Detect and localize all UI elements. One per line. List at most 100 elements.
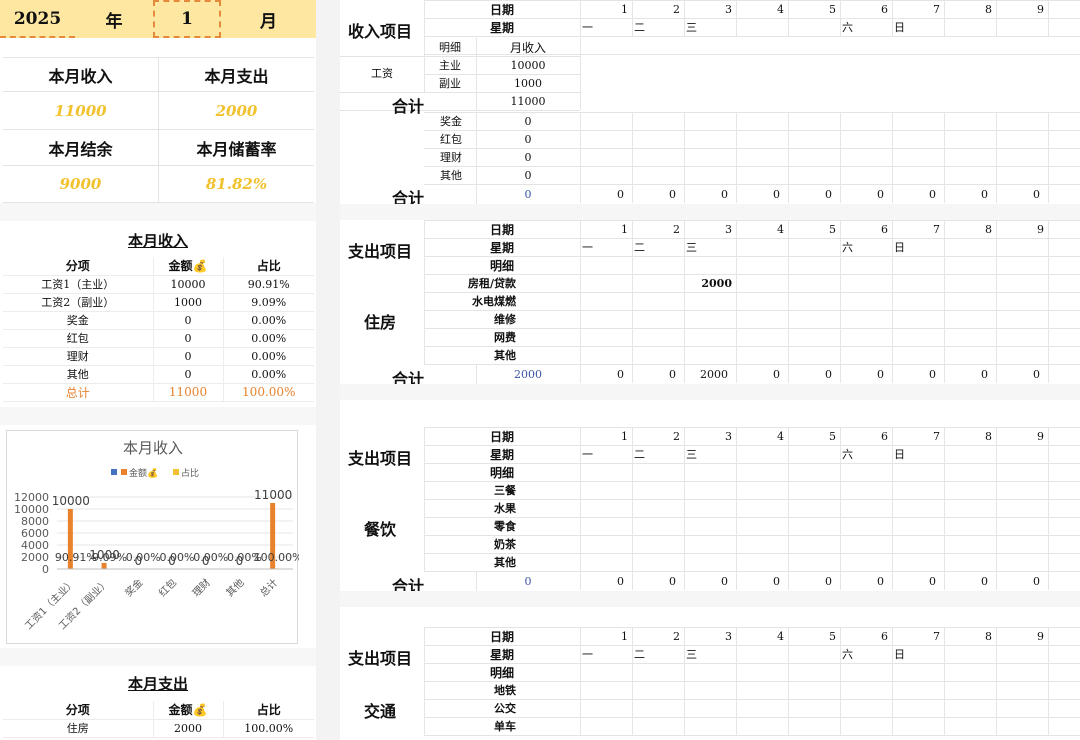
grid-line — [892, 699, 893, 717]
grid-line — [944, 292, 945, 310]
grid-line — [580, 717, 581, 735]
grid-line — [580, 292, 581, 310]
grid-line — [996, 112, 997, 130]
daily-total[interactable]: 0 — [580, 572, 632, 590]
daily-total[interactable]: 0 — [996, 365, 1048, 383]
daily-total[interactable]: 2000 — [684, 365, 736, 383]
grid-line — [892, 463, 893, 481]
daily-total[interactable]: 0 — [788, 572, 840, 590]
main-job-value[interactable]: 10000 — [476, 56, 580, 74]
daily-total[interactable]: 0 — [632, 185, 684, 203]
grid-line — [632, 112, 633, 130]
table-row[interactable]: 工资1（主业） 10000 90.91% — [3, 275, 314, 294]
day-number: 8 — [985, 429, 992, 443]
side-job-value[interactable]: 1000 — [476, 74, 580, 92]
grid-line — [788, 535, 789, 553]
spacer — [0, 648, 316, 666]
year-cell[interactable]: 2025 — [0, 0, 75, 38]
daily-total[interactable]: 0 — [632, 572, 684, 590]
legend-marker — [111, 469, 117, 475]
subtotal-value: 11000 — [510, 94, 546, 108]
income-chart-svg: 本月收入金额💰 占比 020004000600080001000012000 1000… — [14, 439, 303, 632]
grid-line — [996, 535, 997, 553]
grid-line — [1048, 627, 1049, 663]
daily-total[interactable]: 0 — [840, 185, 892, 203]
grid-line — [840, 310, 841, 328]
daily-total[interactable]: 0 — [736, 185, 788, 203]
income-item-value[interactable]: 0 — [476, 112, 580, 130]
daily-total[interactable]: 0 — [840, 365, 892, 383]
day-number: 8 — [985, 629, 992, 643]
expense-label: 本月支出 — [158, 58, 314, 91]
table-row[interactable]: 其他 0 0.00% — [3, 365, 314, 384]
expense-entry[interactable]: 2000 — [684, 274, 736, 292]
grid-line — [684, 699, 685, 717]
income-item-value[interactable]: 0 — [476, 130, 580, 148]
grid-line — [632, 346, 633, 364]
year-value: 2025 — [13, 9, 62, 29]
grid-line — [736, 148, 737, 166]
month-cell[interactable]: 1 — [153, 0, 221, 38]
section-gap — [340, 384, 1080, 400]
daily-total[interactable]: 0 — [736, 365, 788, 383]
daily-total[interactable]: 0 — [892, 365, 944, 383]
daily-total[interactable]: 0 — [736, 572, 788, 590]
grid-line — [632, 663, 633, 681]
daily-total[interactable]: 0 — [944, 365, 996, 383]
detail-label: 明细 — [489, 258, 514, 273]
grid-line — [944, 166, 945, 184]
date-label: 日期 — [489, 2, 514, 17]
daily-total[interactable]: 0 — [840, 572, 892, 590]
weekday-label: 星期 — [489, 240, 514, 255]
daily-total[interactable]: 0 — [944, 572, 996, 590]
daily-total[interactable]: 0 — [632, 365, 684, 383]
day-number: 7 — [933, 429, 940, 443]
weekday-cell: 三 — [686, 21, 697, 34]
grid-line — [632, 681, 633, 699]
daily-total[interactable]: 0 — [996, 185, 1048, 203]
daily-total[interactable]: 0 — [684, 185, 736, 203]
grid-line — [736, 535, 737, 553]
table-row[interactable]: 工资2（副业） 1000 9.09% — [3, 293, 314, 312]
grid-line — [632, 130, 633, 148]
table-row[interactable]: 住房 2000 100.00% — [3, 719, 314, 738]
daily-total[interactable]: 0 — [580, 185, 632, 203]
grid-line — [788, 292, 789, 310]
income-chart[interactable]: 本月收入 金额💰 占比 0 2000 4000 6000 8000 10000 12000 1000… — [6, 430, 303, 644]
day-number: 6 — [881, 429, 888, 443]
table-row[interactable]: 红包 0 0.00% — [3, 329, 314, 348]
grid-line — [944, 274, 945, 292]
grid-line — [840, 130, 841, 148]
daily-total[interactable]: 0 — [996, 572, 1048, 590]
grid-line — [736, 481, 737, 499]
grid-line — [424, 274, 425, 364]
income-item-value[interactable]: 0 — [476, 166, 580, 184]
total-row[interactable]: 总计 11000 100.00% — [3, 383, 314, 402]
grid-line — [632, 292, 633, 310]
y-tick-label: 6000 — [21, 527, 49, 540]
daily-total[interactable]: 0 — [892, 572, 944, 590]
grid-line — [788, 328, 789, 346]
daily-total[interactable]: 0 — [684, 572, 736, 590]
grid-line — [788, 346, 789, 364]
daily-total[interactable]: 0 — [580, 365, 632, 383]
daily-total[interactable]: 0 — [788, 365, 840, 383]
expense-item-label: 其他 — [494, 556, 516, 569]
grid-line — [788, 499, 789, 517]
grid-line — [580, 535, 581, 553]
table-row[interactable]: 理财 0 0.00% — [3, 347, 314, 366]
day-number: 3 — [725, 629, 732, 643]
daily-total[interactable]: 0 — [788, 185, 840, 203]
income-item-value[interactable]: 0 — [476, 148, 580, 166]
grid-line — [840, 553, 841, 571]
daily-total[interactable]: 0 — [892, 185, 944, 203]
grid-line — [892, 499, 893, 517]
daily-total[interactable]: 0 — [944, 185, 996, 203]
section-title: 支出项目 — [348, 649, 413, 668]
grid-line — [632, 499, 633, 517]
day-number: 2 — [673, 222, 680, 236]
grid-line — [996, 481, 997, 499]
weekday-cell — [736, 18, 788, 36]
grid-line — [840, 256, 841, 274]
table-row[interactable]: 奖金 0 0.00% — [3, 311, 314, 330]
